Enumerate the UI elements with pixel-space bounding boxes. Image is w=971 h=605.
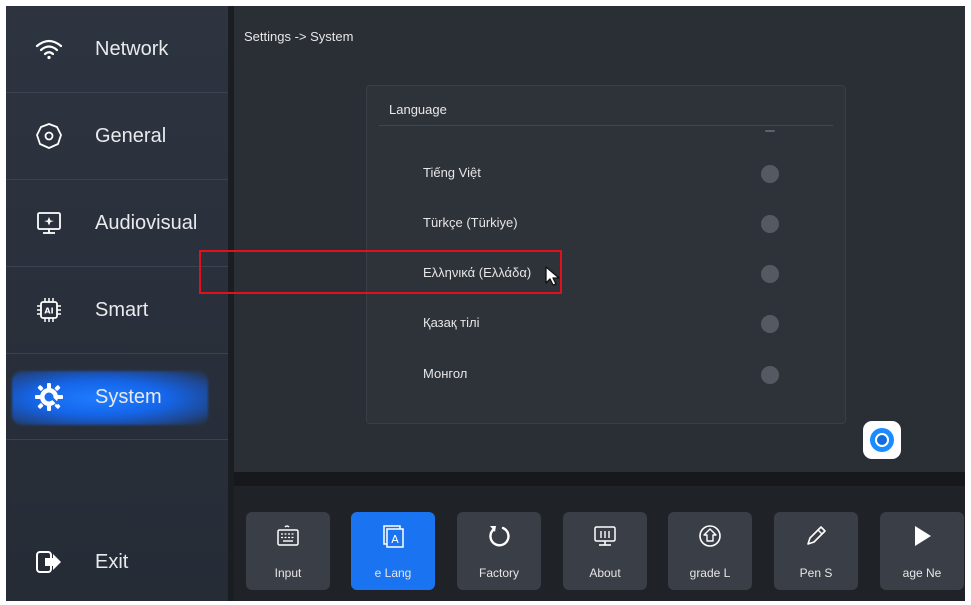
svg-text:AI: AI (44, 307, 53, 316)
language-label: Қазақ тілі (423, 315, 480, 330)
sidebar-item-audiovisual[interactable]: Audiovisual (6, 180, 228, 266)
sidebar-item-network[interactable]: Network (6, 6, 228, 92)
tile-label: Input (274, 566, 302, 580)
tile-factory[interactable]: Factory (457, 512, 541, 590)
reset-icon (457, 522, 541, 550)
sidebar-item-label: Audiovisual (95, 211, 198, 234)
sidebar-item-system[interactable]: System (6, 354, 228, 440)
language-label: Монгол (423, 366, 468, 381)
language-label: Türkçe (Türkiye) (423, 215, 518, 230)
tile-label: ɡrade L (689, 566, 731, 580)
sidebar-item-label: General (95, 124, 167, 147)
breadcrumb: Settings -> System (244, 29, 354, 44)
svg-text:A: A (391, 533, 399, 546)
radio-button[interactable] (761, 366, 779, 384)
sidebar-item-label: Smart (95, 298, 149, 321)
tile-about[interactable]: About (563, 512, 647, 590)
sidebar-item-general[interactable]: General (6, 93, 228, 179)
radio-button[interactable] (761, 265, 779, 283)
language-icon: A (351, 522, 435, 550)
mouse-cursor-icon (544, 265, 564, 287)
settings-gear-icon (34, 121, 64, 151)
divider (6, 439, 228, 440)
exit-icon (34, 547, 64, 577)
play-icon (880, 522, 964, 550)
sidebar: Network General Audiovisual AI Smart Sys… (6, 6, 228, 601)
exit-label: Exit (95, 550, 129, 573)
upgrade-icon (668, 522, 752, 550)
tile-upgrade[interactable]: ɡrade L (668, 512, 752, 590)
focus-highlight (199, 250, 562, 294)
assistant-bubble-icon[interactable] (863, 421, 901, 459)
info-screen-icon (563, 522, 647, 550)
panel-title: Language (389, 102, 447, 117)
tile-label: age Ne (902, 566, 942, 580)
tile-label: e Lang (374, 566, 412, 580)
tile-label: About (589, 566, 621, 580)
language-option[interactable]: Türkçe (Türkiye) (423, 203, 785, 243)
monitor-icon (34, 208, 64, 238)
app-window: Network General Audiovisual AI Smart Sys… (6, 6, 965, 601)
main-content: Settings -> System Language Tiếng Việt T… (234, 6, 965, 472)
radio-button[interactable] (761, 165, 779, 183)
exit-button[interactable]: Exit (6, 523, 228, 601)
scrollbar[interactable] (765, 130, 775, 132)
tile-language[interactable]: A e Lang (351, 512, 435, 590)
tile-label: Factory (478, 566, 519, 580)
keyboard-icon (246, 522, 330, 550)
sidebar-item-label: Network (95, 37, 169, 60)
language-option[interactable]: Tiếng Việt (423, 153, 785, 193)
sidebar-item-smart[interactable]: AI Smart (6, 267, 228, 353)
radio-button[interactable] (761, 315, 779, 333)
language-option[interactable]: Қазақ тілі (423, 303, 785, 343)
pen-icon (774, 522, 858, 550)
wifi-icon (34, 34, 64, 64)
tile-label: Pen S (799, 566, 833, 580)
bottom-bar: Input A e Lang Factory About ɡrade L Pen… (234, 472, 965, 601)
language-option[interactable]: Монгол (423, 354, 785, 394)
tile-pen[interactable]: Pen S (774, 512, 858, 590)
system-gear-icon (34, 382, 64, 412)
tile-input[interactable]: Input (246, 512, 330, 590)
bottom-bar-top-edge (234, 472, 965, 486)
ai-chip-icon: AI (34, 295, 64, 325)
sidebar-item-label: System (95, 385, 162, 408)
divider (379, 125, 833, 126)
radio-button[interactable] (761, 215, 779, 233)
tile-next-page[interactable]: age Ne (880, 512, 964, 590)
language-label: Tiếng Việt (423, 165, 481, 180)
